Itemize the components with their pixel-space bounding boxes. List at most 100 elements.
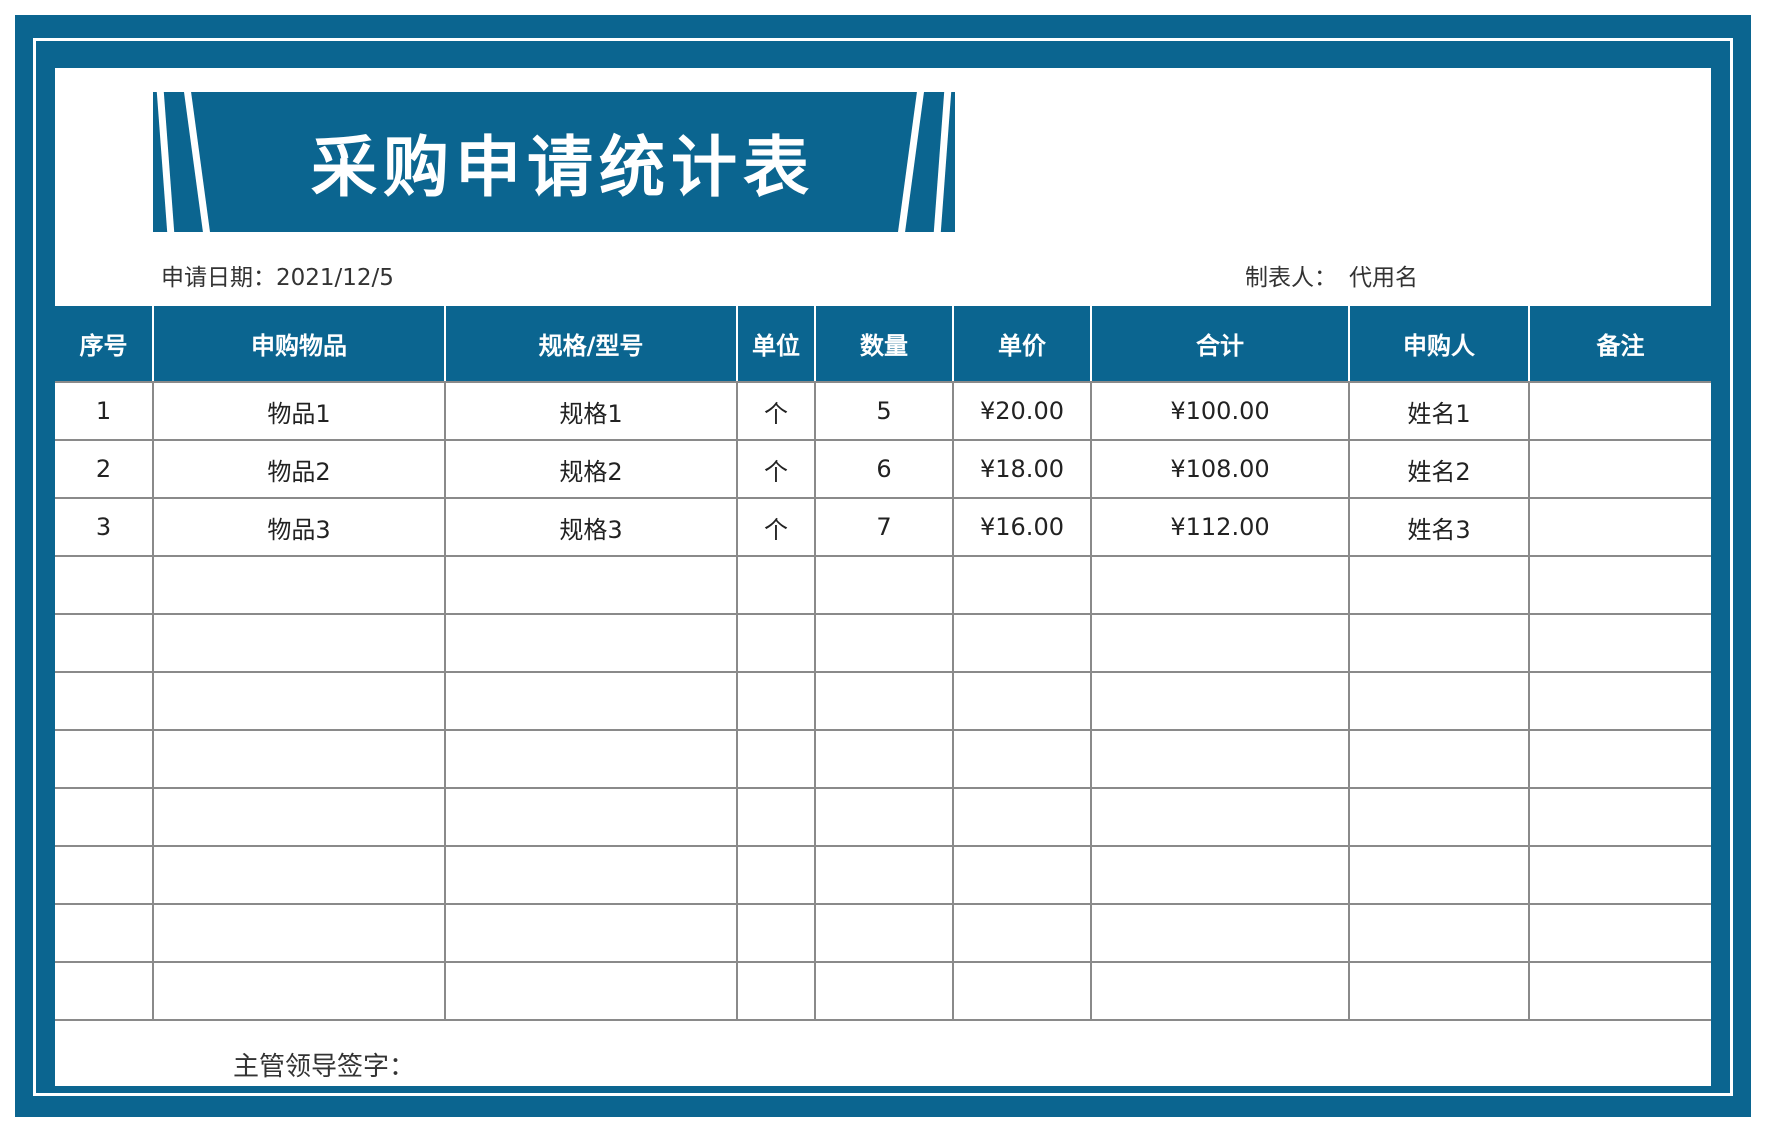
cell-item[interactable]	[152, 845, 446, 905]
cell-unit[interactable]	[736, 555, 816, 615]
cell-total[interactable]	[1090, 555, 1350, 615]
cell-unit[interactable]	[736, 961, 816, 1021]
cell-unit[interactable]: 个	[736, 381, 816, 441]
cell-requester[interactable]	[1348, 903, 1530, 963]
cell-requester[interactable]: 姓名1	[1348, 381, 1530, 441]
cell-spec[interactable]	[444, 555, 738, 615]
cell-item[interactable]	[152, 671, 446, 731]
cell-unit-price[interactable]	[952, 845, 1092, 905]
cell-unit-price[interactable]: ¥16.00	[952, 497, 1092, 557]
cell-unit-price[interactable]	[952, 787, 1092, 847]
cell-unit-price[interactable]: ¥18.00	[952, 439, 1092, 499]
cell-index[interactable]: 2	[55, 439, 154, 499]
cell-quantity[interactable]: 6	[814, 439, 954, 499]
cell-index[interactable]	[55, 555, 154, 615]
cell-spec[interactable]	[444, 729, 738, 789]
cell-spec[interactable]	[444, 671, 738, 731]
cell-total[interactable]	[1090, 787, 1350, 847]
cell-item[interactable]	[152, 787, 446, 847]
cell-total[interactable]	[1090, 961, 1350, 1021]
cell-remarks[interactable]	[1528, 555, 1711, 615]
cell-total[interactable]: ¥100.00	[1090, 381, 1350, 441]
cell-quantity[interactable]	[814, 729, 954, 789]
cell-total[interactable]	[1090, 903, 1350, 963]
cell-quantity[interactable]	[814, 845, 954, 905]
cell-spec[interactable]	[444, 787, 738, 847]
cell-index[interactable]: 1	[55, 381, 154, 441]
cell-remarks[interactable]	[1528, 439, 1711, 499]
apply-date-value[interactable]: 2021/12/5	[276, 265, 394, 291]
cell-unit[interactable]: 个	[736, 497, 816, 557]
cell-item[interactable]	[152, 555, 446, 615]
cell-unit-price[interactable]: ¥20.00	[952, 381, 1092, 441]
cell-index[interactable]	[55, 787, 154, 847]
cell-remarks[interactable]	[1528, 787, 1711, 847]
cell-requester[interactable]	[1348, 845, 1530, 905]
cell-total[interactable]	[1090, 671, 1350, 731]
cell-spec[interactable]	[444, 903, 738, 963]
cell-index[interactable]	[55, 671, 154, 731]
cell-item[interactable]	[152, 961, 446, 1021]
cell-index[interactable]	[55, 613, 154, 673]
cell-unit-price[interactable]	[952, 555, 1092, 615]
cell-quantity[interactable]	[814, 787, 954, 847]
cell-requester[interactable]	[1348, 671, 1530, 731]
cell-index[interactable]	[55, 845, 154, 905]
cell-unit-price[interactable]	[952, 961, 1092, 1021]
cell-item[interactable]: 物品1	[152, 381, 446, 441]
cell-requester[interactable]	[1348, 787, 1530, 847]
cell-remarks[interactable]	[1528, 729, 1711, 789]
cell-remarks[interactable]	[1528, 903, 1711, 963]
cell-requester[interactable]	[1348, 613, 1530, 673]
cell-quantity[interactable]	[814, 555, 954, 615]
cell-total[interactable]	[1090, 845, 1350, 905]
cell-remarks[interactable]	[1528, 671, 1711, 731]
cell-remarks[interactable]	[1528, 497, 1711, 557]
cell-requester[interactable]: 姓名3	[1348, 497, 1530, 557]
cell-unit[interactable]	[736, 845, 816, 905]
cell-spec[interactable]	[444, 845, 738, 905]
cell-item[interactable]: 物品2	[152, 439, 446, 499]
cell-index[interactable]	[55, 961, 154, 1021]
cell-unit[interactable]	[736, 787, 816, 847]
cell-quantity[interactable]: 5	[814, 381, 954, 441]
cell-spec[interactable]	[444, 613, 738, 673]
cell-quantity[interactable]: 7	[814, 497, 954, 557]
cell-item[interactable]: 物品3	[152, 497, 446, 557]
cell-unit-price[interactable]	[952, 903, 1092, 963]
cell-spec[interactable]: 规格1	[444, 381, 738, 441]
cell-unit[interactable]	[736, 613, 816, 673]
cell-unit[interactable]	[736, 729, 816, 789]
cell-unit-price[interactable]	[952, 729, 1092, 789]
cell-item[interactable]	[152, 613, 446, 673]
cell-spec[interactable]	[444, 961, 738, 1021]
cell-total[interactable]: ¥112.00	[1090, 497, 1350, 557]
cell-requester[interactable]	[1348, 555, 1530, 615]
cell-unit-price[interactable]	[952, 671, 1092, 731]
cell-remarks[interactable]	[1528, 381, 1711, 441]
cell-quantity[interactable]	[814, 961, 954, 1021]
cell-spec[interactable]: 规格2	[444, 439, 738, 499]
cell-remarks[interactable]	[1528, 845, 1711, 905]
cell-total[interactable]	[1090, 729, 1350, 789]
form-maker-value[interactable]: 代用名	[1349, 265, 1418, 291]
cell-index[interactable]	[55, 729, 154, 789]
cell-item[interactable]	[152, 903, 446, 963]
cell-index[interactable]: 3	[55, 497, 154, 557]
cell-remarks[interactable]	[1528, 613, 1711, 673]
cell-requester[interactable]	[1348, 729, 1530, 789]
cell-spec[interactable]: 规格3	[444, 497, 738, 557]
cell-total[interactable]: ¥108.00	[1090, 439, 1350, 499]
cell-index[interactable]	[55, 903, 154, 963]
cell-unit-price[interactable]	[952, 613, 1092, 673]
cell-quantity[interactable]	[814, 613, 954, 673]
cell-item[interactable]	[152, 729, 446, 789]
cell-requester[interactable]	[1348, 961, 1530, 1021]
cell-unit[interactable]	[736, 903, 816, 963]
cell-unit[interactable]: 个	[736, 439, 816, 499]
cell-total[interactable]	[1090, 613, 1350, 673]
cell-requester[interactable]: 姓名2	[1348, 439, 1530, 499]
cell-remarks[interactable]	[1528, 961, 1711, 1021]
cell-quantity[interactable]	[814, 671, 954, 731]
cell-unit[interactable]	[736, 671, 816, 731]
